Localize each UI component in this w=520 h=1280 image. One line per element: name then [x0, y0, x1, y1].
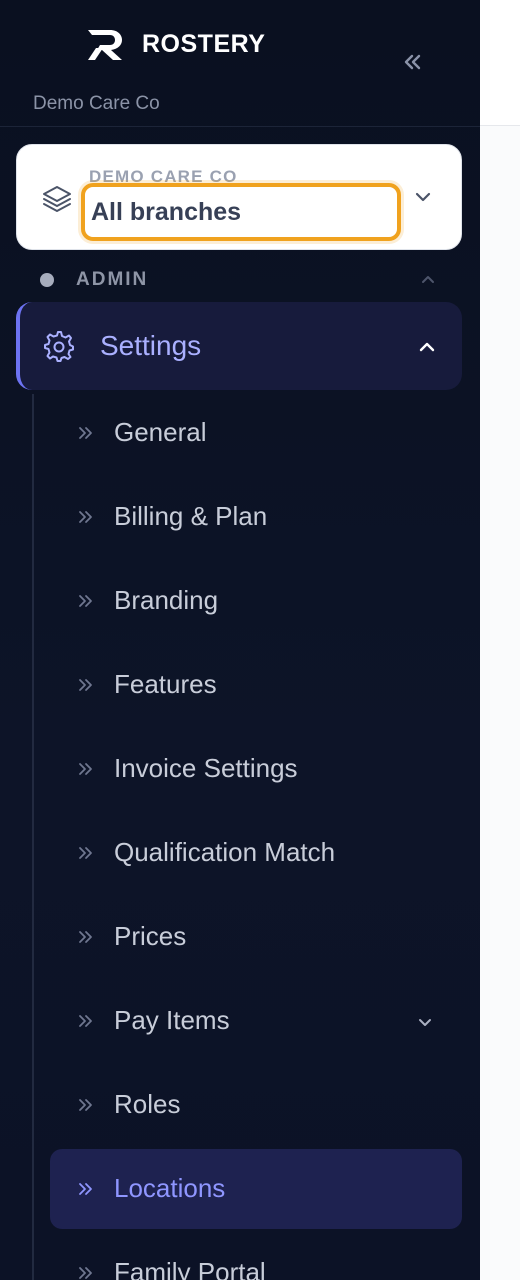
layers-icon [43, 186, 71, 212]
double-chevron-right-icon [79, 595, 92, 607]
submenu-item-label: Invoice Settings [114, 753, 298, 783]
gear-icon [44, 331, 74, 362]
chevron-down-icon[interactable] [414, 1011, 436, 1033]
submenu-item-label: Features [114, 669, 217, 699]
branch-switcher[interactable]: DEMO CARE CO All branches [16, 144, 462, 250]
double-chevron-right-icon [79, 847, 92, 859]
sidebar: ROSTERY Demo Care Co DEMO CARE CO All br… [0, 0, 480, 1280]
submenu-item-label: Billing & Plan [114, 501, 268, 531]
divider [0, 126, 480, 127]
main-content [480, 0, 520, 1280]
submenu-item-label: Locations [114, 1173, 226, 1203]
submenu-item-locations[interactable]: Locations [50, 1149, 462, 1229]
double-chevron-right-icon [79, 1099, 92, 1111]
double-chevron-left-icon [404, 54, 421, 70]
double-chevron-right-icon [79, 1267, 92, 1279]
branch-select[interactable]: All branches [81, 183, 401, 241]
nav-item-settings-label: Settings [100, 330, 202, 361]
double-chevron-right-icon [79, 511, 92, 523]
section-dot-icon [40, 273, 54, 287]
submenu-item-label: Branding [114, 585, 219, 615]
submenu-item-label: Qualification Match [114, 837, 336, 867]
submenu-item-label: Family Portal [114, 1257, 266, 1280]
brand-name: ROSTERY [142, 29, 266, 58]
section-admin[interactable]: ADMIN [40, 266, 440, 294]
submenu-item-label: General [114, 417, 207, 447]
double-chevron-right-icon [79, 679, 92, 691]
submenu-item-branding[interactable]: Branding [50, 561, 462, 641]
submenu-item-qualification-match[interactable]: Qualification Match [50, 813, 462, 893]
submenu-tree-line [32, 394, 34, 1280]
submenu-item-general[interactable]: General [50, 393, 462, 473]
org-subtitle: Demo Care Co [33, 93, 160, 114]
double-chevron-right-icon [79, 1015, 92, 1027]
main-topbar [480, 0, 520, 126]
submenu-item-label: Roles [114, 1089, 181, 1119]
double-chevron-right-icon [79, 763, 92, 775]
chevron-down-icon[interactable] [411, 185, 435, 209]
double-chevron-right-icon [79, 931, 92, 943]
submenu-item-label: Pay Items [114, 1005, 230, 1035]
submenu-item-label: Prices [114, 921, 187, 951]
chevron-up-icon[interactable] [416, 336, 438, 358]
section-admin-label: ADMIN [76, 269, 149, 290]
rostery-logo-icon [88, 30, 122, 60]
submenu-item-family-portal[interactable]: Family Portal [50, 1233, 462, 1280]
nav-item-settings[interactable]: Settings [16, 302, 462, 390]
chevron-up-icon[interactable] [418, 270, 438, 290]
double-chevron-right-icon [79, 1183, 92, 1195]
brand[interactable]: ROSTERY [86, 26, 265, 62]
submenu-item-features[interactable]: Features [50, 645, 462, 725]
submenu-item-prices[interactable]: Prices [50, 897, 462, 977]
collapse-sidebar-button[interactable] [396, 46, 428, 78]
double-chevron-right-icon [79, 427, 92, 439]
submenu-item-billing-plan[interactable]: Billing & Plan [50, 477, 462, 557]
submenu-item-invoice-settings[interactable]: Invoice Settings [50, 729, 462, 809]
submenu-item-pay-items[interactable]: Pay Items [50, 981, 462, 1061]
submenu-item-roles[interactable]: Roles [50, 1065, 462, 1145]
